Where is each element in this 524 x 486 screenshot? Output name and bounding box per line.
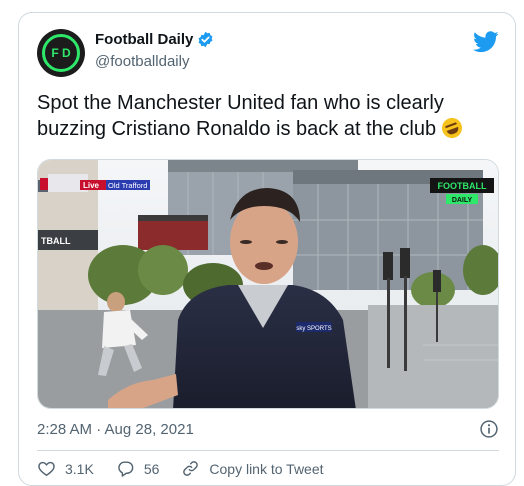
like-button[interactable]: 3.1K: [37, 459, 94, 478]
channel-bug-line2: DAILY: [452, 197, 473, 204]
tweet-timestamp[interactable]: 2:28 AM · Aug 28, 2021: [37, 421, 194, 438]
reply-button[interactable]: 56: [116, 459, 160, 478]
tweet-text: Spot the Manchester United fan who is cl…: [37, 92, 444, 140]
heart-icon: [38, 461, 55, 477]
twitter-bird-icon[interactable]: [473, 31, 499, 53]
info-icon[interactable]: [479, 419, 499, 439]
account-name[interactable]: Football Daily: [95, 31, 193, 48]
mic-logo-text: sky SPORTS: [296, 326, 331, 332]
copy-link-label: Copy link to Tweet: [209, 460, 324, 477]
link-icon: [183, 461, 199, 476]
live-badge-label: Live: [83, 181, 100, 190]
channel-bug-line1: FOOTBALL: [438, 181, 487, 191]
account-name-row[interactable]: Football Daily: [95, 31, 214, 48]
copy-link-button[interactable]: Copy link to Tweet: [181, 459, 324, 478]
avatar-logo: F D: [42, 34, 80, 72]
live-location-label: Old Trafford: [108, 181, 147, 190]
like-count: 3.1K: [65, 460, 94, 477]
tweet-text-block: Spot the Manchester United fan who is cl…: [37, 90, 477, 142]
divider: [37, 450, 499, 451]
reply-count: 56: [143, 460, 160, 477]
reply-bubble-icon: [118, 461, 134, 477]
account-handle[interactable]: @footballdaily: [95, 53, 189, 70]
rolling-laughing-emoji-icon: [438, 115, 465, 141]
action-bar: 3.1K 56 Copy link to Tweet: [37, 459, 346, 478]
avatar[interactable]: F D: [37, 29, 85, 77]
tweet-card: F D Football Daily @footballdaily Spot t…: [18, 12, 516, 486]
building-sign-text: TBALL: [41, 236, 71, 246]
verified-badge-icon: [198, 31, 213, 48]
tweet-video[interactable]: TBALL sky SPORTS Live Old Trafford FOOTB…: [37, 159, 499, 409]
video-frame: TBALL sky SPORTS Live Old Trafford FOOTB…: [38, 160, 498, 408]
